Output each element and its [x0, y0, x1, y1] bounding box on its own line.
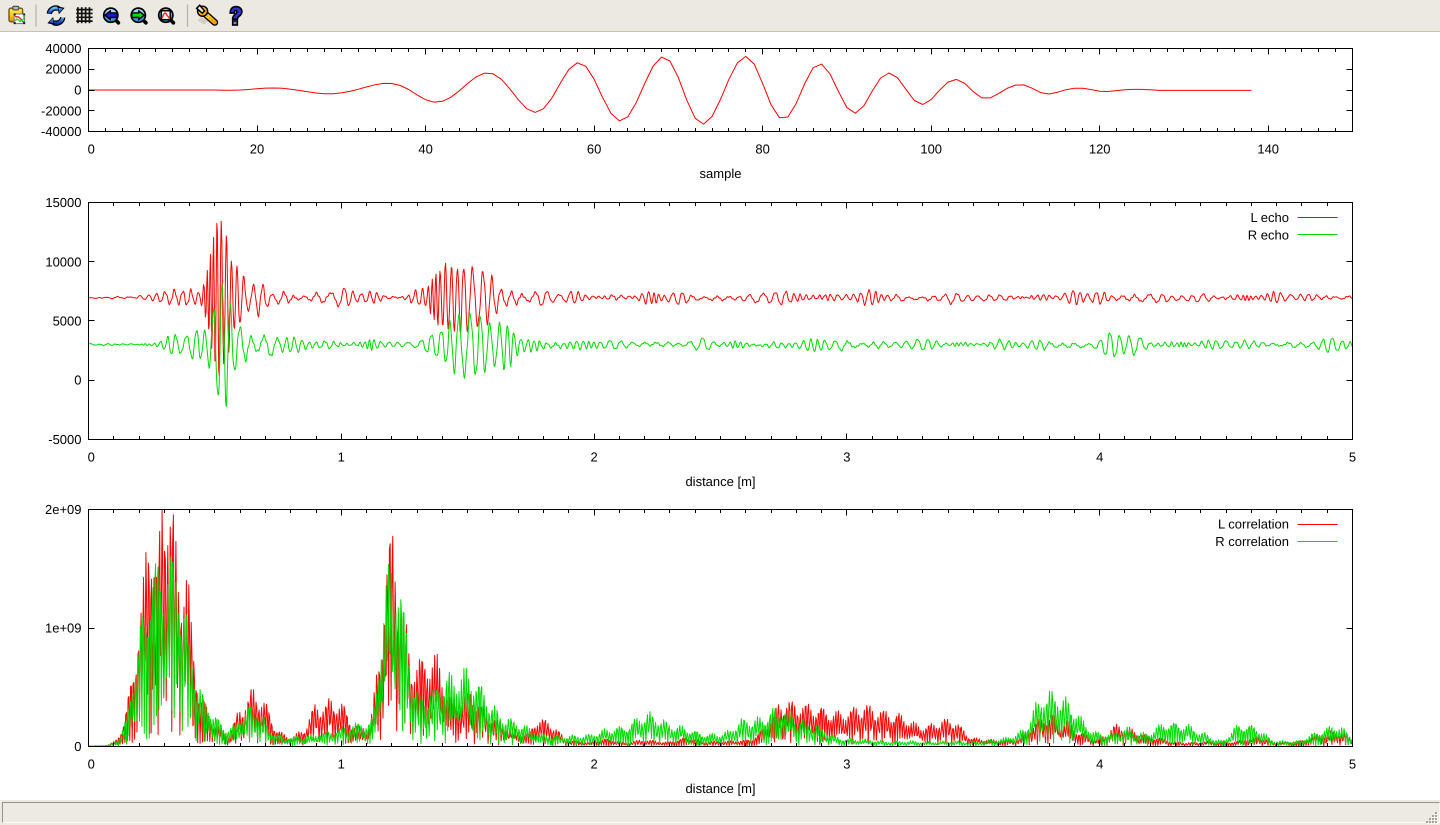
svg-text:L correlation: L correlation	[1218, 517, 1289, 532]
svg-text:10000: 10000	[45, 254, 81, 269]
svg-text:R correlation: R correlation	[1215, 534, 1289, 549]
svg-text:100: 100	[920, 142, 942, 157]
svg-text:60: 60	[587, 142, 601, 157]
svg-text:distance [m]: distance [m]	[685, 474, 755, 489]
svg-text:0: 0	[88, 142, 95, 157]
svg-text:15000: 15000	[45, 195, 81, 210]
svg-text:40000: 40000	[45, 41, 81, 56]
svg-text:0: 0	[74, 373, 81, 388]
svg-text:120: 120	[1089, 142, 1111, 157]
svg-text:R echo: R echo	[1248, 227, 1289, 242]
svg-text:3: 3	[843, 757, 850, 772]
svg-text:2: 2	[590, 757, 597, 772]
svg-text:4: 4	[1096, 757, 1103, 772]
svg-text:5: 5	[1349, 757, 1356, 772]
svg-text:0: 0	[74, 739, 81, 754]
svg-text:-40000: -40000	[41, 124, 81, 139]
svg-text:0: 0	[88, 757, 95, 772]
svg-text:20: 20	[250, 142, 264, 157]
svg-text:1: 1	[338, 450, 345, 465]
svg-text:3: 3	[843, 450, 850, 465]
svg-text:5000: 5000	[53, 314, 82, 329]
svg-text:2e+09: 2e+09	[45, 502, 82, 517]
svg-text:5: 5	[1349, 450, 1356, 465]
svg-text:sample: sample	[700, 166, 742, 181]
svg-text:L echo: L echo	[1250, 210, 1289, 225]
svg-text:40: 40	[418, 142, 432, 157]
svg-text:-5000: -5000	[48, 432, 81, 447]
svg-text:1: 1	[338, 757, 345, 772]
svg-text:4: 4	[1096, 450, 1103, 465]
svg-text:-20000: -20000	[41, 103, 81, 118]
svg-text:distance [m]: distance [m]	[685, 781, 755, 796]
svg-text:140: 140	[1257, 142, 1279, 157]
svg-text:80: 80	[755, 142, 769, 157]
svg-text:0: 0	[74, 83, 81, 98]
svg-text:20000: 20000	[45, 62, 81, 77]
svg-text:2: 2	[590, 450, 597, 465]
svg-text:1e+09: 1e+09	[45, 621, 82, 636]
svg-text:0: 0	[88, 450, 95, 465]
